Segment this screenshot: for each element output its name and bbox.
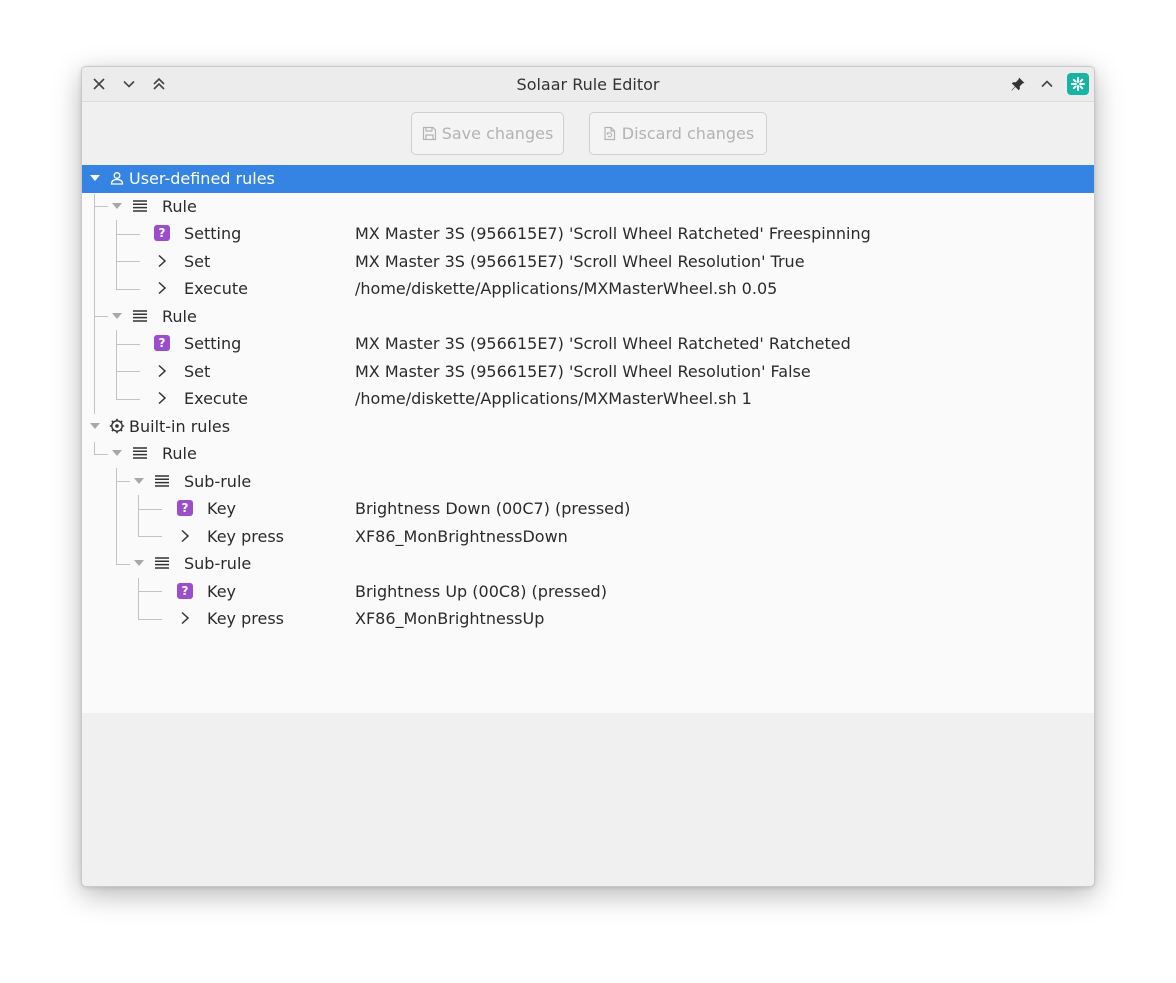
tree-label: Key (207, 499, 237, 518)
chevron-down-icon (123, 80, 135, 88)
list-icon (131, 444, 149, 462)
tree-value: /home/diskette/Applications/MXMasterWhee… (355, 279, 778, 298)
rules-tree: User-defined rules Rule ? Setting MX Mas… (82, 165, 1094, 713)
tree-row-sub-rule[interactable]: Sub-rule (82, 468, 1094, 496)
tree-row-setting[interactable]: ? Setting MX Master 3S (956615E7) 'Scrol… (82, 330, 1094, 358)
maximize-button[interactable] (148, 73, 170, 95)
save-icon (422, 126, 436, 141)
toolbar: Save changes Discard changes (82, 102, 1094, 165)
tree-row-built-in-rules[interactable]: Built-in rules (82, 413, 1094, 441)
chevron-right-icon (153, 389, 171, 407)
tree-value: MX Master 3S (956615E7) 'Scroll Wheel Re… (355, 361, 811, 381)
list-icon (131, 307, 149, 325)
tree-row-set[interactable]: Set MX Master 3S (956615E7) 'Scroll Whee… (82, 248, 1094, 276)
close-icon (93, 78, 105, 90)
tree-row-set[interactable]: Set MX Master 3S (956615E7) 'Scroll Whee… (82, 358, 1094, 386)
discard-changes-label: Discard changes (621, 124, 755, 143)
expander-icon[interactable] (112, 312, 122, 319)
tree-label: Key (207, 581, 237, 601)
expander-icon[interactable] (112, 450, 122, 456)
save-changes-button[interactable]: Save changes (411, 112, 564, 155)
tree-row-key-press[interactable]: Key press XF86_MonBrightnessUp (82, 605, 1094, 633)
tree-value: XF86_MonBrightnessUp (355, 609, 545, 628)
tree-row-key-press[interactable]: Key press XF86_MonBrightnessDown (82, 523, 1094, 551)
tree-row-rule[interactable]: Rule (82, 193, 1094, 221)
question-icon: ? (177, 582, 193, 599)
tree-row-rule[interactable]: Rule (82, 440, 1094, 468)
tree-label: Setting (184, 224, 242, 243)
chevron-right-icon (176, 527, 194, 545)
tree-label: Key press (207, 526, 284, 546)
tree-row-key[interactable]: ? Key Brightness Up (00C8) (pressed) (82, 578, 1094, 606)
window-title: Solaar Rule Editor (516, 75, 660, 94)
tree-label: Key press (207, 609, 284, 628)
tree-label: Sub-rule (184, 554, 252, 573)
titlebar: Solaar Rule Editor (82, 67, 1094, 102)
pin-button[interactable] (1007, 73, 1029, 95)
expander-icon[interactable] (90, 175, 100, 181)
tree-label: Execute (184, 389, 248, 408)
expander-icon[interactable] (90, 422, 100, 429)
tree-value: Brightness Down (00C7) (pressed) (355, 499, 631, 518)
tree-value: MX Master 3S (956615E7) 'Scroll Wheel Re… (355, 251, 805, 271)
tree-label: Rule (162, 306, 197, 326)
tree-value: MX Master 3S (956615E7) 'Scroll Wheel Ra… (355, 334, 851, 353)
minimize-button[interactable] (118, 73, 140, 95)
chevron-right-icon (153, 279, 171, 297)
tree-row-setting[interactable]: ? Setting MX Master 3S (956615E7) 'Scrol… (82, 220, 1094, 248)
tree-value: MX Master 3S (956615E7) 'Scroll Wheel Ra… (355, 224, 871, 243)
tree-row-user-defined-rules[interactable]: User-defined rules (82, 165, 1094, 193)
tree-label: Built-in rules (129, 416, 231, 436)
double-chevron-up-icon (153, 77, 165, 90)
question-icon: ? (154, 335, 170, 351)
revert-document-icon (604, 126, 615, 141)
shade-button[interactable] (1036, 73, 1058, 95)
pin-icon (1011, 77, 1025, 91)
question-icon: ? (177, 500, 193, 516)
expander-icon[interactable] (112, 202, 122, 209)
list-icon (153, 554, 171, 572)
tree-label: Execute (184, 279, 248, 298)
tree-row-rule[interactable]: Rule (82, 303, 1094, 331)
tree-label: User-defined rules (129, 169, 275, 188)
save-changes-label: Save changes (441, 124, 554, 143)
chevron-up-icon (1041, 80, 1053, 88)
tree-label: Sub-rule (184, 471, 252, 491)
tree-row-execute[interactable]: Execute /home/diskette/Applications/MXMa… (82, 275, 1094, 303)
tree-value: /home/diskette/Applications/MXMasterWhee… (355, 389, 752, 408)
chevron-right-icon (153, 362, 171, 380)
tree-row-execute[interactable]: Execute /home/diskette/Applications/MXMa… (82, 385, 1094, 413)
tree-label: Rule (162, 444, 197, 463)
user-icon (108, 169, 126, 187)
tree-label: Set (184, 251, 211, 271)
tree-value: XF86_MonBrightnessDown (355, 526, 568, 546)
tree-label: Set (184, 361, 211, 381)
tree-row-key[interactable]: ? Key Brightness Down (00C7) (pressed) (82, 495, 1094, 523)
chevron-right-icon (176, 609, 194, 627)
app-icon (1067, 73, 1089, 95)
gear-icon (108, 417, 126, 435)
list-icon (153, 472, 171, 490)
tree-row-sub-rule[interactable]: Sub-rule (82, 550, 1094, 578)
chevron-right-icon (153, 252, 171, 270)
tree-value: Brightness Up (00C8) (pressed) (355, 581, 607, 601)
solaar-icon (1071, 77, 1085, 91)
list-icon (131, 197, 149, 215)
question-icon: ? (154, 225, 170, 241)
expander-icon[interactable] (134, 477, 144, 484)
discard-changes-button[interactable]: Discard changes (589, 112, 767, 155)
tree-label: Rule (162, 196, 197, 216)
close-button[interactable] (88, 73, 110, 95)
expander-icon[interactable] (134, 560, 144, 566)
rule-editor-window: Solaar Rule Editor Save changes Discard … (81, 66, 1095, 887)
tree-label: Setting (184, 334, 242, 353)
